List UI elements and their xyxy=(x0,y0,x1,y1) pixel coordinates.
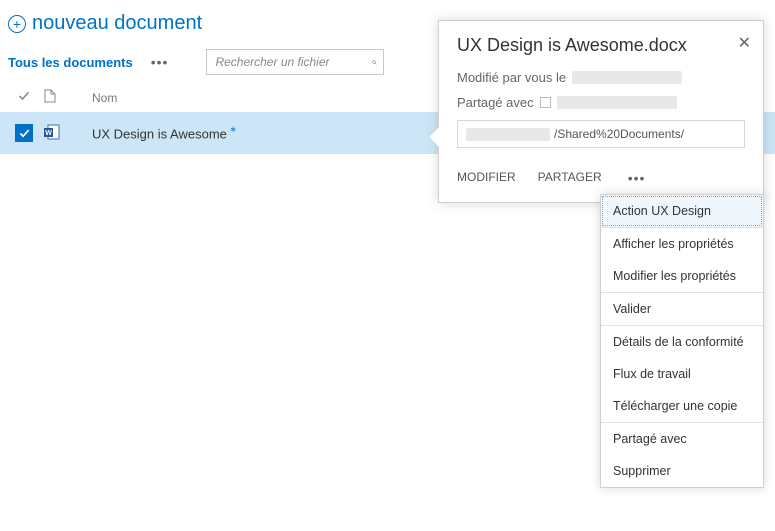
callout-beak xyxy=(429,127,439,147)
current-view-link[interactable]: Tous les documents xyxy=(8,55,133,70)
modified-value-redacted xyxy=(572,71,682,84)
menu-item-checkin[interactable]: Valider xyxy=(601,293,763,325)
menu-item-delete[interactable]: Supprimer xyxy=(601,455,763,487)
modified-line: Modifié par vous le xyxy=(457,70,745,85)
menu-item-shared-with[interactable]: Partagé avec xyxy=(601,423,763,455)
file-name: UX Design is Awesome xyxy=(92,126,227,141)
item-callout: ✕ UX Design is Awesome.docx Modifié par … xyxy=(438,20,764,203)
shared-value-redacted xyxy=(557,96,677,109)
row-select-cell[interactable] xyxy=(8,122,40,144)
callout-title: UX Design is Awesome.docx xyxy=(457,35,745,56)
row-type-cell: W xyxy=(40,124,92,143)
svg-text:W: W xyxy=(45,130,52,137)
shared-label: Partagé avec xyxy=(457,95,534,110)
search-input[interactable] xyxy=(213,54,372,70)
word-document-icon: W xyxy=(44,124,60,140)
menu-item-download[interactable]: Télécharger une copie xyxy=(601,390,763,422)
search-icon[interactable] xyxy=(372,56,377,69)
url-host-redacted xyxy=(466,128,550,141)
checkmark-icon xyxy=(15,124,33,142)
new-document-label: nouveau document xyxy=(32,12,202,35)
header-type-col[interactable] xyxy=(40,89,92,106)
menu-item-edit-props[interactable]: Modifier les propriétés xyxy=(601,260,763,292)
new-indicator-icon: ✶ xyxy=(229,125,237,136)
close-icon[interactable]: ✕ xyxy=(738,33,751,53)
context-menu: Action UX Design Afficher les propriétés… xyxy=(600,194,764,488)
url-suffix: /Shared%20Documents/ xyxy=(554,127,684,141)
callout-actions: MODIFIER PARTAGER ••• xyxy=(457,170,745,186)
modified-label: Modifié par vous le xyxy=(457,70,566,85)
search-box[interactable] xyxy=(206,49,384,75)
menu-item-compliance[interactable]: Détails de la conformité xyxy=(601,326,763,358)
check-icon xyxy=(18,90,30,102)
shared-line: Partagé avec xyxy=(457,95,745,110)
plus-circle-icon: + xyxy=(8,15,26,33)
share-action[interactable]: PARTAGER xyxy=(538,170,602,186)
edit-action[interactable]: MODIFIER xyxy=(457,170,516,186)
menu-item-custom-action[interactable]: Action UX Design xyxy=(601,195,763,227)
shared-checkbox-icon xyxy=(540,97,551,108)
header-check-col[interactable] xyxy=(8,90,40,105)
menu-item-view-props[interactable]: Afficher les propriétés xyxy=(601,228,763,260)
menu-item-workflows[interactable]: Flux de travail xyxy=(601,358,763,390)
file-icon xyxy=(44,89,56,103)
callout-more-icon[interactable]: ••• xyxy=(628,170,646,186)
view-more-icon[interactable]: ••• xyxy=(151,54,169,70)
item-url-field[interactable]: /Shared%20Documents/ xyxy=(457,120,745,148)
